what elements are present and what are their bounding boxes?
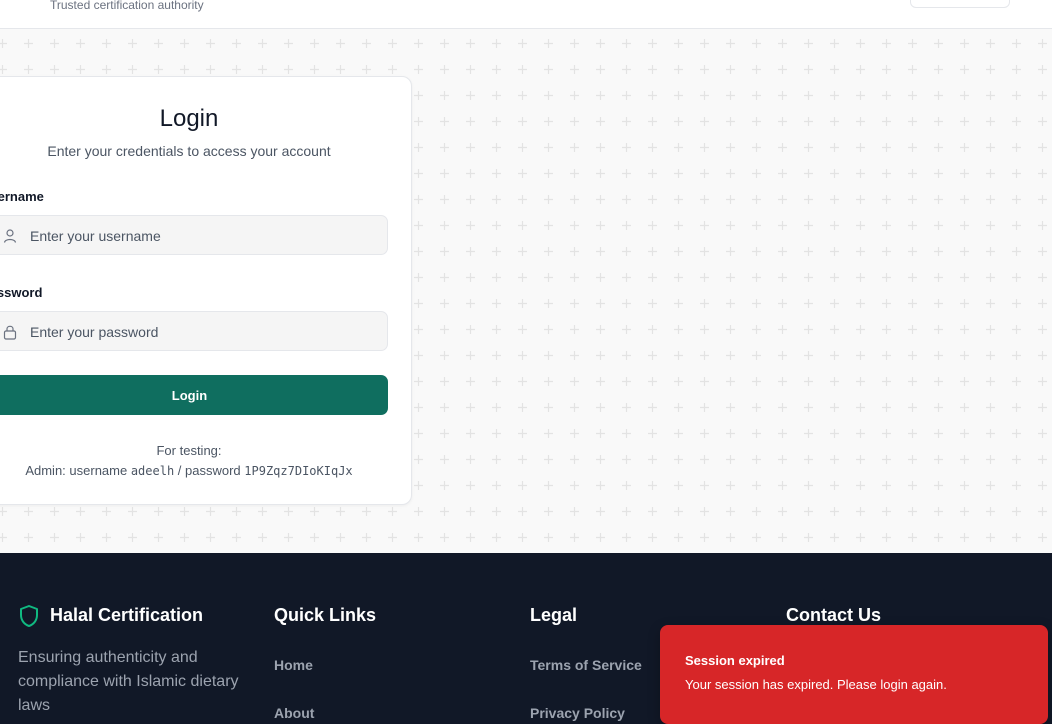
username-label: Username [0, 189, 44, 204]
testing-credentials: For testing: Admin: username adeelh / pa… [0, 441, 387, 481]
login-button[interactable]: Login [0, 375, 388, 415]
username-field[interactable] [0, 215, 388, 255]
lock-icon [3, 325, 17, 340]
shield-icon [20, 605, 38, 627]
footer-link-about[interactable]: About [274, 705, 314, 721]
password-field[interactable] [0, 311, 388, 351]
username-input[interactable] [30, 225, 370, 247]
login-subtitle: Enter your credentials to access your ac… [47, 143, 331, 159]
footer-link-privacy[interactable]: Privacy Policy [530, 705, 625, 721]
footer-link-terms[interactable]: Terms of Service [530, 657, 642, 673]
footer-brand-title: Halal Certification [50, 605, 204, 625]
testing-title: For testing: [156, 443, 222, 458]
login-card: Login Enter your credentials to access y… [0, 76, 412, 505]
testing-password: 1P9Zqz7DIoKIqJx [244, 464, 353, 478]
login-section: Login Enter your credentials to access y… [0, 29, 1052, 553]
testing-separator: / password [174, 463, 245, 478]
password-input[interactable] [30, 321, 370, 343]
toast-title: Session expired [685, 653, 785, 668]
quick-links-title: Quick Links [274, 605, 377, 625]
testing-admin-line: Admin: username adeelh / password 1P9Zqz… [0, 461, 387, 481]
testing-username: adeelh [130, 464, 175, 478]
password-label: Password [0, 285, 43, 300]
testing-admin-prefix: Admin: username [25, 463, 131, 478]
login-title: Login [159, 105, 219, 132]
top-navbar: Trusted certification authority [0, 0, 1052, 29]
brand-tagline: Trusted certification authority [50, 0, 204, 12]
contact-title: Contact Us [786, 605, 882, 625]
footer-link-home[interactable]: Home [274, 657, 313, 673]
session-expired-toast[interactable]: Session expired Your session has expired… [660, 625, 1048, 724]
toast-message: Your session has expired. Please login a… [685, 677, 947, 692]
user-icon [3, 229, 17, 243]
legal-title: Legal [530, 605, 578, 625]
footer-brand-description: Ensuring authenticity and compliance wit… [18, 649, 239, 714]
navbar-button[interactable] [910, 0, 1010, 8]
